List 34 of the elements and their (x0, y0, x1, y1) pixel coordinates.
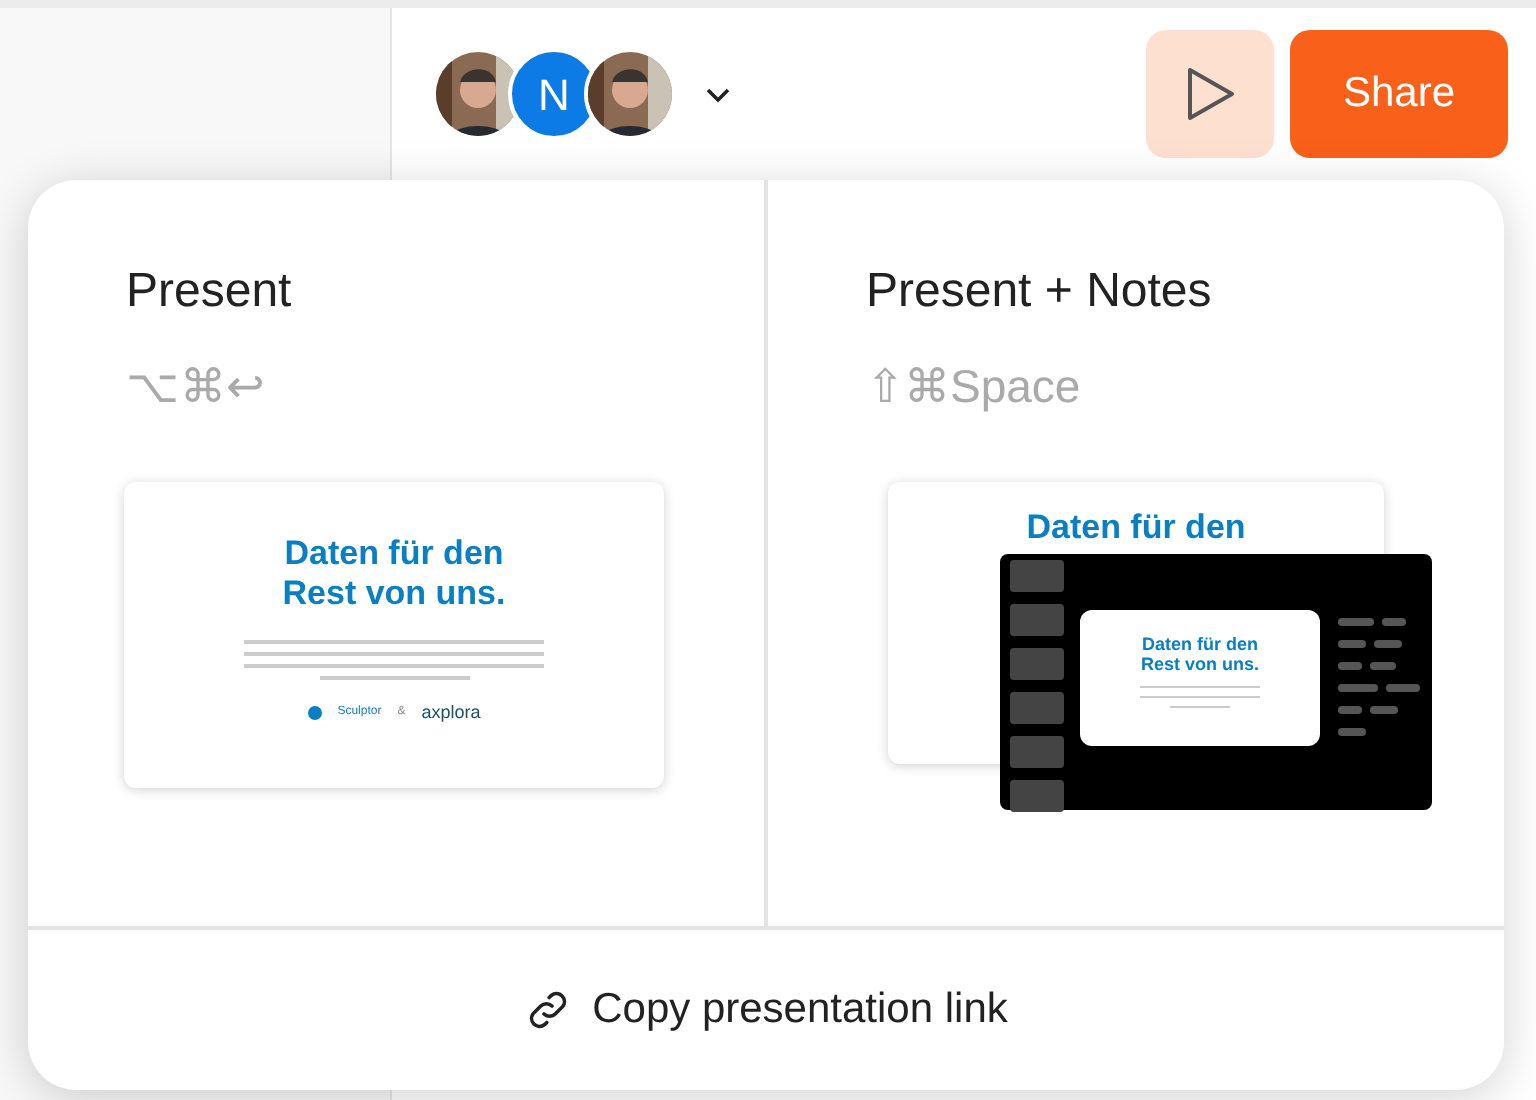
note-line (1370, 662, 1396, 670)
play-button[interactable] (1146, 30, 1274, 158)
slide-title: Daten für den (1026, 508, 1246, 548)
slide-thumbnail (1010, 692, 1064, 724)
note-line (1338, 684, 1378, 692)
slide-thumbnail (1010, 560, 1064, 592)
present-option[interactable]: Present + Notes ⇧⌘Space Daten für den Daten für den Rest von uns. (764, 180, 1504, 926)
text-line (1140, 695, 1260, 698)
note-line (1338, 662, 1362, 670)
shortcut-label: ⇧⌘Space (866, 358, 1081, 416)
slide-thumbnail (1010, 780, 1064, 812)
note-line (1386, 684, 1420, 692)
slide-thumbnail (1010, 736, 1064, 768)
option-title: Present (126, 262, 292, 322)
note-line (1382, 618, 1406, 626)
chevron-down-icon[interactable] (704, 85, 732, 103)
text-line (1170, 705, 1230, 708)
slide-title: Daten für den Rest von uns. (1138, 634, 1261, 676)
slide-title: Daten für den Rest von uns. (280, 534, 508, 613)
note-line (1338, 640, 1366, 648)
slide-thumbnail (1010, 604, 1064, 636)
note-line (1374, 640, 1402, 648)
play-icon (1184, 64, 1236, 124)
logo-icon (307, 706, 322, 721)
note-line (1370, 706, 1398, 714)
note-line (1338, 706, 1362, 714)
logo-text: axplora (421, 700, 481, 727)
text-line (1140, 685, 1260, 688)
slide-thumbnail (1010, 648, 1064, 680)
option-title: Present + Notes (866, 262, 1212, 322)
shortcut-label: ⌥⌘↩ (126, 358, 264, 416)
note-line (1338, 618, 1374, 626)
note-line (1338, 728, 1366, 736)
copy-link-button[interactable]: Copy presentation link (512, 976, 1020, 1044)
